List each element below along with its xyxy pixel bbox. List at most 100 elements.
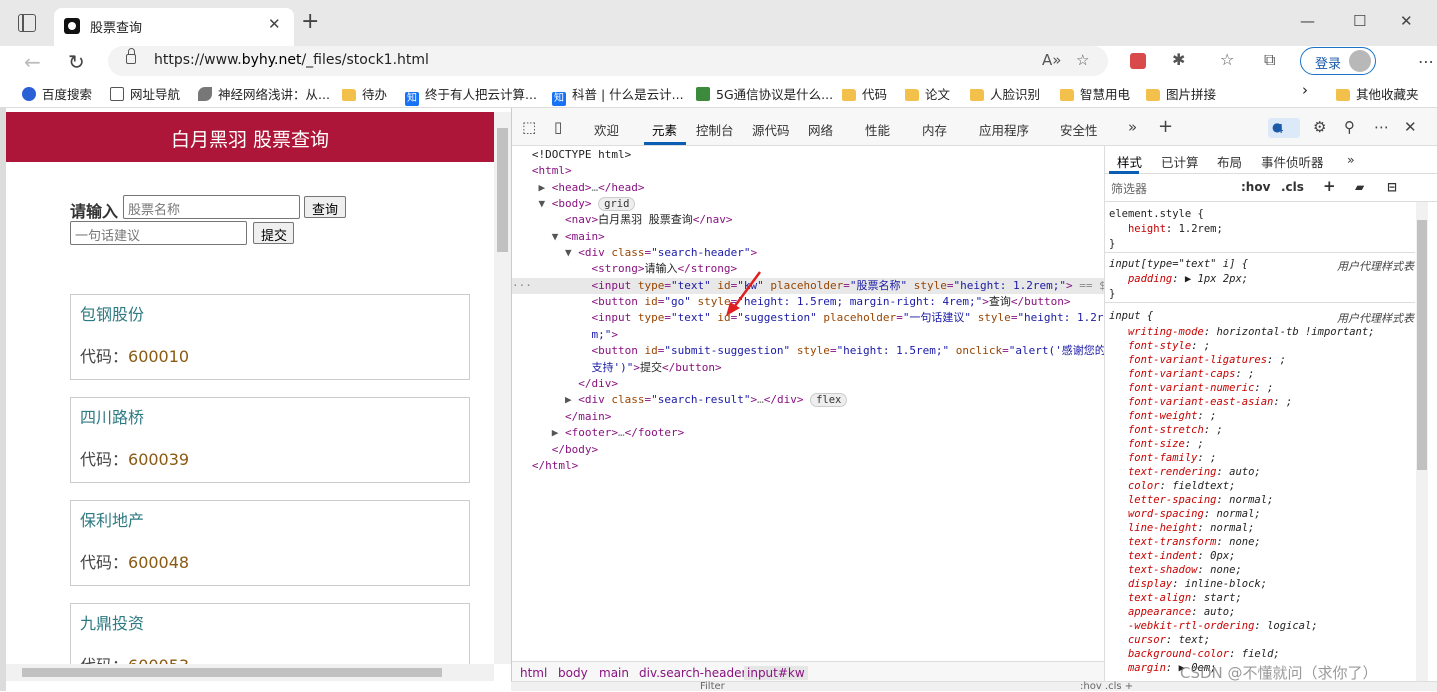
stock-search-input[interactable]: 股票名称: [123, 195, 300, 219]
url-text[interactable]: https://www.byhy.net/_files/stock1.html: [154, 52, 429, 68]
bookmark-item[interactable]: 知科普 | 什么是云计...: [552, 84, 684, 106]
refresh-icon[interactable]: ↻: [68, 50, 85, 74]
tab-application[interactable]: 应用程序: [979, 120, 1029, 139]
dom-node[interactable]: <button id="submit-suggestion" style="he…: [512, 343, 1104, 359]
new-tab-button[interactable]: +: [301, 11, 319, 33]
dom-node[interactable]: <input type="text" id="suggestion" place…: [512, 310, 1104, 326]
submit-button[interactable]: 提交: [253, 222, 294, 244]
dom-node[interactable]: <button id="go" style="height: 1.5rem; m…: [512, 294, 1104, 310]
extensions-puzzle-icon[interactable]: ✱: [1172, 50, 1185, 69]
tab-console[interactable]: 控制台: [696, 120, 734, 139]
close-window-button[interactable]: ✕: [1400, 12, 1413, 30]
dom-node[interactable]: ▶ <head>…</head>: [512, 180, 1104, 196]
dom-node[interactable]: </div>: [512, 376, 1104, 392]
tab-security[interactable]: 安全性: [1060, 120, 1098, 139]
dom-node[interactable]: 支持')">提交</button>: [512, 360, 1104, 376]
browser-tab[interactable]: 股票查询 ✕: [54, 8, 294, 46]
cls-toggle[interactable]: .cls: [1281, 180, 1304, 194]
toggle-sidebar-icon[interactable]: ⊟: [1387, 180, 1397, 194]
tab-elements[interactable]: 元素: [652, 120, 677, 139]
dom-node[interactable]: m;">: [512, 327, 1104, 343]
tab-event-listeners[interactable]: 事件侦听器: [1261, 152, 1324, 171]
crumb-item-current[interactable]: input#kw: [744, 666, 808, 680]
dom-node[interactable]: ▶ <footer>…</footer>: [512, 425, 1104, 441]
dom-node[interactable]: </main>: [512, 409, 1104, 425]
dom-node[interactable]: ▶ <div class="search-result">…</div> fle…: [512, 392, 1104, 408]
bottom-hov-cls[interactable]: :hov .cls +: [1080, 681, 1133, 692]
bookmark-item[interactable]: 神经网络浅讲：从...: [198, 84, 330, 103]
issues-badge[interactable]: ● 4: [1268, 118, 1300, 138]
bookmark-folder[interactable]: 其他收藏夹: [1336, 84, 1419, 103]
bottom-filter[interactable]: Filter: [700, 681, 725, 692]
page-vertical-scrollbar[interactable]: [494, 112, 511, 664]
bookmark-folder[interactable]: 人脸识别: [970, 84, 1040, 103]
dom-node[interactable]: <html>: [512, 163, 1104, 179]
bookmark-folder[interactable]: 图片拼接: [1146, 84, 1216, 103]
styles-scrollbar[interactable]: [1416, 202, 1428, 691]
close-devtools-icon[interactable]: ✕: [1404, 118, 1417, 136]
bookmark-folder[interactable]: 论文: [905, 84, 950, 103]
login-button[interactable]: 登录: [1300, 47, 1376, 75]
bookmark-item[interactable]: 百度搜索: [22, 84, 92, 103]
dom-node-selected[interactable]: ··· <input type="text" id="kw" placehold…: [512, 278, 1104, 294]
address-bar[interactable]: https://www.byhy.net/_files/stock1.html …: [108, 46, 1108, 76]
bookmark-item[interactable]: 知终于有人把云计算...: [405, 84, 537, 106]
scroll-thumb[interactable]: [1417, 220, 1427, 470]
tab-layout[interactable]: 布局: [1217, 152, 1242, 171]
filter-input[interactable]: 筛选器: [1111, 180, 1147, 197]
more-options-icon[interactable]: ⋯: [1374, 118, 1389, 136]
page-horizontal-scrollbar[interactable]: [6, 664, 494, 681]
hov-toggle[interactable]: :hov: [1241, 180, 1270, 194]
tab-computed[interactable]: 已计算: [1161, 152, 1199, 171]
device-toolbar-icon[interactable]: ▯: [554, 118, 562, 136]
dom-node[interactable]: <strong>请输入</strong>: [512, 261, 1104, 277]
scroll-thumb[interactable]: [497, 128, 508, 252]
dom-node[interactable]: </html>: [512, 458, 1104, 474]
bookmark-folder[interactable]: 代码: [842, 84, 887, 103]
tab-performance[interactable]: 性能: [865, 120, 890, 139]
bookmark-item[interactable]: 网址导航: [110, 84, 180, 103]
more-tabs-icon[interactable]: »: [1347, 152, 1355, 167]
dom-node[interactable]: ▼ <main>: [512, 229, 1104, 245]
customize-icon[interactable]: ⚲: [1344, 118, 1355, 136]
tab-welcome[interactable]: 欢迎: [594, 120, 619, 139]
dom-node[interactable]: </body>: [512, 442, 1104, 458]
dom-node[interactable]: ▼ <div class="search-header">: [512, 245, 1104, 261]
stock-card[interactable]: 九鼎投资 代码：600053: [70, 603, 470, 664]
scroll-thumb[interactable]: [22, 668, 442, 677]
back-icon[interactable]: ←: [24, 50, 41, 74]
stock-card[interactable]: 包钢股份 代码：600010: [70, 294, 470, 380]
dom-tree[interactable]: <!DOCTYPE html> <html> ▶ <head>…</head> …: [512, 146, 1104, 661]
crumb-item[interactable]: main: [599, 666, 629, 680]
bookmark-item[interactable]: 5G通信协议是什么...: [696, 84, 833, 103]
tab-memory[interactable]: 内存: [922, 120, 947, 139]
stock-card[interactable]: 保利地产 代码：600048: [70, 500, 470, 586]
chevron-right-icon[interactable]: ›: [1302, 81, 1308, 99]
crumb-item[interactable]: html: [520, 666, 547, 680]
more-tabs-icon[interactable]: »: [1128, 118, 1137, 136]
new-rule-icon[interactable]: +: [1323, 177, 1336, 195]
add-favorite-icon[interactable]: ☆: [1076, 51, 1089, 69]
collections-icon[interactable]: ⧉: [1264, 50, 1275, 70]
search-button[interactable]: 查询: [304, 196, 346, 218]
crumb-item[interactable]: body: [558, 666, 588, 680]
tab-sources[interactable]: 源代码: [752, 120, 790, 139]
add-tab-icon[interactable]: +: [1158, 116, 1173, 137]
crumb-item[interactable]: div.search-header: [639, 666, 746, 680]
tab-network[interactable]: 网络: [808, 120, 833, 139]
inspect-icon[interactable]: ⬚: [522, 118, 536, 136]
settings-gear-icon[interactable]: ⚙: [1313, 118, 1326, 136]
tab-close-icon[interactable]: ✕: [268, 15, 281, 33]
bookmark-folder[interactable]: 智慧用电: [1060, 84, 1130, 103]
dom-node[interactable]: <nav>白月黑羽 股票查询</nav>: [512, 212, 1104, 228]
suggestion-input[interactable]: 一句话建议: [70, 221, 247, 245]
element-state-icon[interactable]: ▰: [1355, 180, 1364, 194]
tab-actions-icon[interactable]: [18, 14, 36, 32]
tab-styles[interactable]: 样式: [1117, 152, 1142, 171]
read-aloud-icon[interactable]: A»: [1042, 51, 1061, 69]
favorites-icon[interactable]: ☆: [1220, 50, 1234, 69]
bookmark-folder[interactable]: 待办: [342, 84, 387, 103]
more-menu-icon[interactable]: ⋯: [1418, 52, 1434, 71]
stock-card[interactable]: 四川路桥 代码：600039: [70, 397, 470, 483]
maximize-button[interactable]: ☐: [1353, 12, 1366, 30]
